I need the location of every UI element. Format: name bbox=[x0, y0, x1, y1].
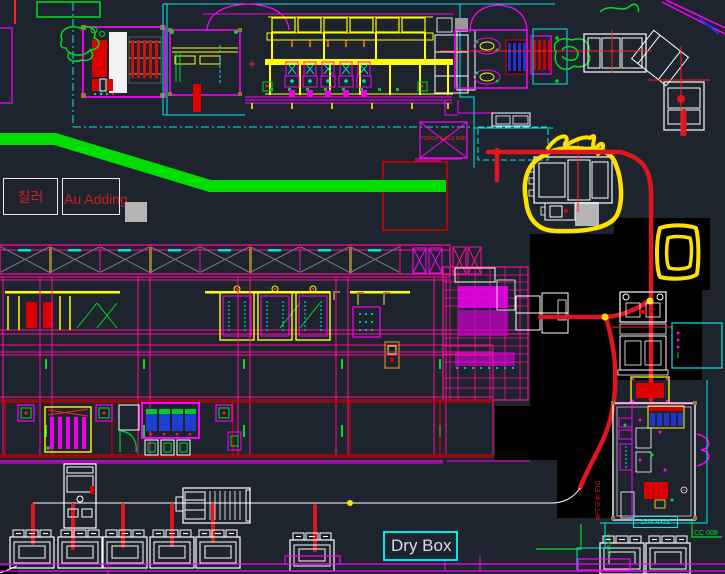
loader-module[interactable] bbox=[168, 28, 255, 112]
cell-bank-unit[interactable] bbox=[142, 403, 199, 438]
torch-busbar-label: TORCH & BUS BAR bbox=[420, 122, 467, 158]
box-machine[interactable] bbox=[290, 533, 334, 571]
cad-canvas[interactable]: 칠러 Au Adding TORCH & BUS BAR Dry Box D/W… bbox=[0, 0, 725, 574]
dock-equipment-row[interactable] bbox=[0, 400, 493, 457]
process-cabinet[interactable] bbox=[258, 286, 292, 340]
container-note-label: 용기 이동 ETC bbox=[594, 466, 603, 520]
process-cabinet[interactable] bbox=[296, 286, 330, 340]
dry-box-label-box[interactable]: Dry Box bbox=[383, 531, 458, 561]
tower-machine[interactable] bbox=[64, 464, 96, 528]
box-machine[interactable] bbox=[646, 536, 690, 574]
process-cabinet[interactable] bbox=[220, 286, 254, 340]
truss-line[interactable] bbox=[0, 245, 481, 274]
gray-pad bbox=[575, 202, 599, 226]
boundary-lines bbox=[0, 461, 725, 574]
dry-box-label: Dry Box bbox=[391, 536, 451, 556]
route-node bbox=[347, 500, 353, 506]
dimension-note-label: 3300.00 bbox=[607, 520, 613, 556]
floor-grid[interactable] bbox=[0, 277, 493, 455]
au-adding-label-box[interactable]: Au Adding bbox=[62, 178, 120, 215]
chiller-label: 칠러 bbox=[18, 187, 44, 207]
route-node bbox=[602, 314, 609, 321]
black-floor-zones bbox=[0, 218, 710, 574]
box-machine[interactable] bbox=[58, 530, 102, 568]
au-adding-label: Au Adding bbox=[64, 191, 128, 207]
chiller-machine[interactable] bbox=[61, 25, 165, 98]
chiller-label-box[interactable]: 칠러 bbox=[3, 178, 58, 215]
small-green-unit[interactable] bbox=[96, 405, 112, 421]
torch-busbar-text: TORCH & BUS BAR bbox=[421, 137, 467, 143]
cad-drawing bbox=[0, 0, 725, 574]
route-node bbox=[647, 298, 654, 305]
red-zone-rect[interactable] bbox=[383, 162, 447, 230]
dw-axis-label-box[interactable]: D/W AXIS bbox=[633, 516, 678, 528]
cc-008-label: CC 008 bbox=[694, 530, 718, 537]
gray-marker-square bbox=[125, 202, 147, 222]
box-machine[interactable] bbox=[196, 530, 240, 568]
small-green-unit[interactable] bbox=[18, 405, 34, 421]
transfer-assembly[interactable] bbox=[570, 0, 725, 136]
end-station-module[interactable] bbox=[440, 29, 600, 115]
small-green-unit[interactable] bbox=[216, 405, 232, 421]
utility-route[interactable] bbox=[33, 488, 580, 550]
dw-axis-label: D/W AXIS bbox=[641, 519, 670, 526]
